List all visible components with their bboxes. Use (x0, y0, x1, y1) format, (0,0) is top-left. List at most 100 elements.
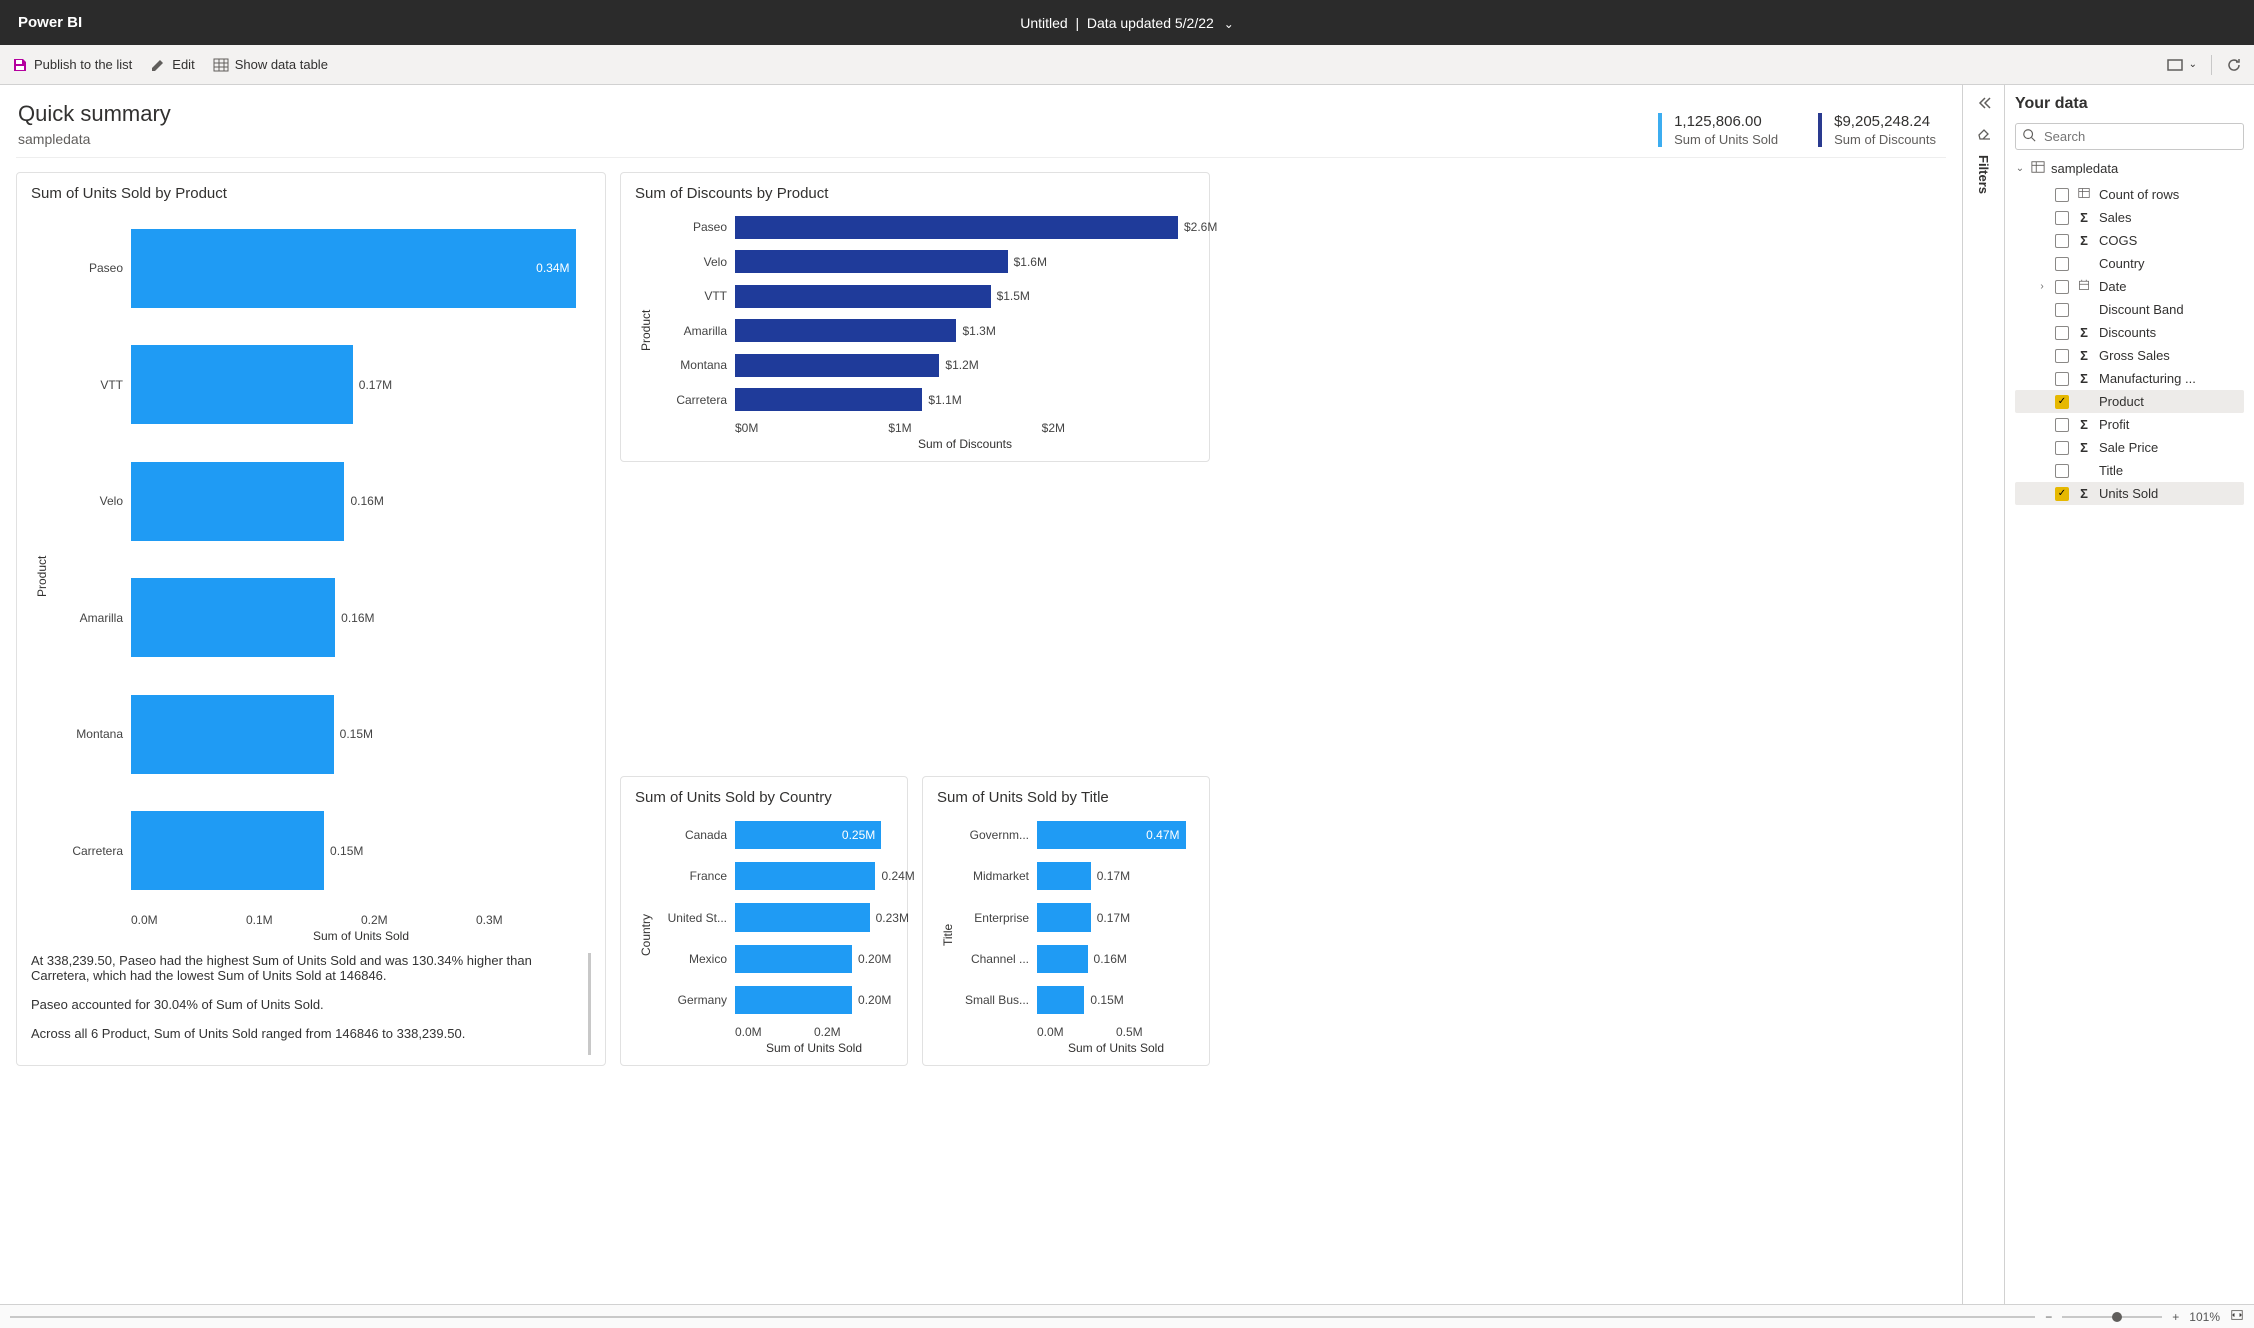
field-sale-price[interactable]: ΣSale Price (2015, 436, 2244, 459)
collapse-icon[interactable] (1976, 95, 1992, 111)
checkbox[interactable] (2055, 372, 2069, 386)
x-tick: 0.5M (1116, 1025, 1195, 1039)
bar[interactable] (735, 388, 922, 411)
field-count-of-rows[interactable]: Count of rows (2015, 183, 2244, 206)
bar[interactable] (735, 862, 875, 890)
category-label: United St... (657, 911, 735, 925)
bar[interactable] (131, 462, 344, 541)
chart-units-by-country[interactable]: Sum of Units Sold by Country CountryCana… (620, 776, 908, 1066)
bar[interactable] (735, 250, 1008, 273)
chevron-down-icon: ⌄ (2189, 59, 2197, 70)
bar-row: VTT$1.5M (657, 279, 1195, 314)
field-sales[interactable]: ΣSales (2015, 206, 2244, 229)
y-axis-title: Country (635, 814, 657, 1055)
chart-units-by-title[interactable]: Sum of Units Sold by Title TitleGovernm.… (922, 776, 1210, 1066)
bar[interactable] (1037, 862, 1091, 890)
bar[interactable] (735, 945, 852, 973)
field-cogs[interactable]: ΣCOGS (2015, 229, 2244, 252)
checkbox[interactable] (2055, 234, 2069, 248)
bar[interactable] (735, 216, 1178, 239)
bar[interactable]: 0.47M (1037, 821, 1186, 849)
category-label: Carretera (657, 393, 735, 407)
filters-label[interactable]: Filters (1976, 155, 1991, 194)
report-toolbar: Publish to the list Edit Show data table… (0, 45, 2254, 85)
x-tick: $1M (888, 421, 1041, 435)
bar[interactable] (131, 811, 324, 890)
checkbox[interactable]: ✓ (2055, 487, 2069, 501)
field-product[interactable]: ✓Product (2015, 390, 2244, 413)
category-label: Mexico (657, 952, 735, 966)
checkbox[interactable] (2055, 326, 2069, 340)
x-axis: 0.0M0.5M (959, 1025, 1195, 1039)
field-manufacturing-[interactable]: ΣManufacturing ... (2015, 367, 2244, 390)
bar[interactable]: 0.34M (131, 229, 576, 308)
eraser-icon[interactable] (1976, 125, 1992, 141)
category-label: Velo (657, 255, 735, 269)
field-discount-band[interactable]: Discount Band (2015, 298, 2244, 321)
kpi-label: Sum of Units Sold (1674, 132, 1778, 147)
checkbox[interactable] (2055, 211, 2069, 225)
zoom-slider[interactable] (2062, 1316, 2162, 1318)
x-axis-title: Sum of Units Sold (53, 929, 591, 943)
fit-to-page-button[interactable] (2230, 1308, 2244, 1325)
zoom-out-button[interactable]: − (2045, 1310, 2052, 1324)
field-label: Sales (2099, 210, 2132, 225)
bar[interactable] (131, 345, 353, 424)
chart-title: Sum of Discounts by Product (635, 185, 1195, 202)
bar-row: Small Bus...0.15M (959, 980, 1195, 1021)
data-pane-title: Your data (2015, 95, 2244, 113)
bar-row: Channel ...0.16M (959, 938, 1195, 979)
field-country[interactable]: Country (2015, 252, 2244, 275)
publish-button[interactable]: Publish to the list (12, 57, 132, 73)
field-discounts[interactable]: ΣDiscounts (2015, 321, 2244, 344)
bar[interactable] (735, 285, 991, 308)
data-label: 0.47M (1146, 828, 1179, 842)
bar[interactable] (1037, 903, 1091, 931)
checkbox[interactable] (2055, 280, 2069, 294)
data-label: $1.2M (945, 354, 978, 377)
field-gross-sales[interactable]: ΣGross Sales (2015, 344, 2244, 367)
checkbox[interactable] (2055, 464, 2069, 478)
zoom-in-button[interactable]: + (2172, 1310, 2179, 1324)
table-node[interactable]: ⌄ sampledata (2015, 160, 2244, 177)
bar[interactable] (735, 319, 956, 342)
field-label: Discount Band (2099, 302, 2184, 317)
field-units-sold[interactable]: ✓ΣUnits Sold (2015, 482, 2244, 505)
view-mode-button[interactable]: ⌄ (2167, 57, 2197, 73)
category-label: France (657, 869, 735, 883)
doc-updated: Data updated 5/2/22 (1087, 15, 1214, 31)
chart-discounts-by-product[interactable]: Sum of Discounts by Product ProductPaseo… (620, 172, 1210, 462)
bar-row: Carretera$1.1M (657, 383, 1195, 418)
bar[interactable]: 0.25M (735, 821, 881, 849)
checkbox[interactable] (2055, 441, 2069, 455)
field-date[interactable]: ›Date (2015, 275, 2244, 298)
bar-row: Paseo0.34M (53, 210, 591, 327)
checkbox[interactable] (2055, 257, 2069, 271)
field-profit[interactable]: ΣProfit (2015, 413, 2244, 436)
chart-units-by-product[interactable]: Sum of Units Sold by Product ProductPase… (16, 172, 606, 1066)
checkbox[interactable]: ✓ (2055, 395, 2069, 409)
show-data-table-button[interactable]: Show data table (213, 57, 328, 73)
refresh-button[interactable] (2226, 57, 2242, 73)
bar[interactable] (735, 354, 939, 377)
checkbox[interactable] (2055, 418, 2069, 432)
x-axis-title: Sum of Discounts (657, 437, 1195, 451)
bar[interactable] (1037, 945, 1088, 973)
category-label: VTT (53, 378, 131, 392)
search-field[interactable] (2015, 123, 2244, 150)
bar[interactable] (131, 695, 334, 774)
bar[interactable] (1037, 986, 1084, 1014)
checkbox[interactable] (2055, 349, 2069, 363)
checkbox[interactable] (2055, 188, 2069, 202)
bar[interactable] (735, 903, 870, 931)
field-title[interactable]: Title (2015, 459, 2244, 482)
checkbox[interactable] (2055, 303, 2069, 317)
kpi-units-sold: 1,125,806.00 Sum of Units Sold (1658, 113, 1778, 147)
doc-title: Untitled (1020, 15, 1067, 31)
search-input[interactable] (2042, 128, 2237, 145)
bar[interactable] (735, 986, 852, 1014)
category-label: Canada (657, 828, 735, 842)
edit-button[interactable]: Edit (150, 57, 194, 73)
data-label: 0.16M (1094, 945, 1127, 973)
bar[interactable] (131, 578, 335, 657)
